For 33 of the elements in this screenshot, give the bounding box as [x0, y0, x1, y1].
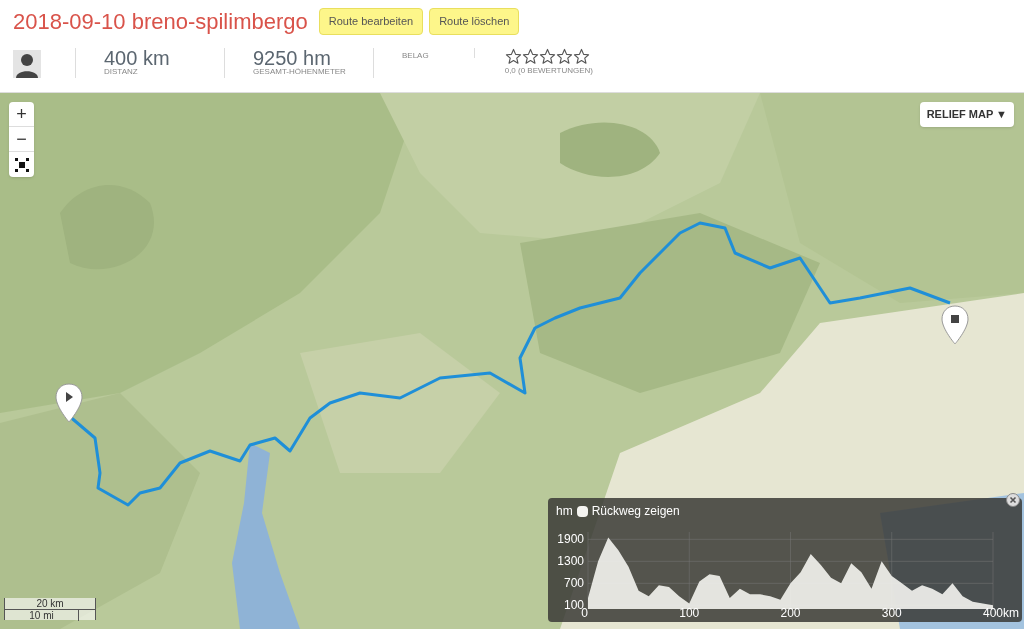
zoom-in-button[interactable]: +	[9, 102, 34, 127]
star-icon[interactable]	[572, 48, 590, 65]
stat-label: DISTANZ	[104, 68, 139, 76]
avatar-icon	[13, 50, 41, 78]
layer-button[interactable]: RELIEF MAP ▼	[919, 102, 1014, 127]
end-marker-icon[interactable]	[941, 305, 969, 345]
stat-label: GESAMT-HÖHENMETER	[253, 68, 343, 76]
action-button[interactable]: Route löschen	[429, 8, 520, 35]
zoom-out-button[interactable]: −	[9, 127, 34, 152]
rating-text: 0,0 (0 BEWERTUNGEN)	[504, 65, 593, 77]
x-tick-label: 300	[881, 606, 902, 620]
x-tick-label: 200	[780, 606, 801, 620]
star-icon[interactable]	[555, 48, 573, 65]
checkbox[interactable]	[576, 505, 588, 517]
unit-label: hm	[556, 503, 573, 520]
fullscreen-icon	[14, 157, 29, 172]
action-button[interactable]: Route bearbeiten	[318, 8, 424, 35]
x-tick-label: 400	[983, 606, 1003, 620]
star-icon[interactable]	[521, 48, 539, 65]
x-axis-label: km	[1003, 606, 1019, 620]
y-tick-label: 1300	[557, 554, 584, 569]
start-marker-icon[interactable]	[55, 383, 83, 423]
star-icon[interactable]	[538, 48, 556, 65]
route-title: 2018-09-10 breno-spilimbergo	[13, 8, 308, 36]
checkbox-label[interactable]: Rückweg zeigen	[591, 502, 680, 520]
stat-value: 400 km	[104, 48, 171, 68]
x-tick-label: 100	[679, 606, 700, 620]
surface-label: BELAG	[402, 50, 429, 62]
y-tick-label: 700	[563, 576, 584, 591]
y-tick-label: 1900	[557, 532, 584, 547]
stat-value: 9250 hm	[253, 48, 331, 68]
scale-bar: 20 km 10 mi	[4, 598, 96, 620]
star-icon[interactable]	[504, 48, 522, 65]
